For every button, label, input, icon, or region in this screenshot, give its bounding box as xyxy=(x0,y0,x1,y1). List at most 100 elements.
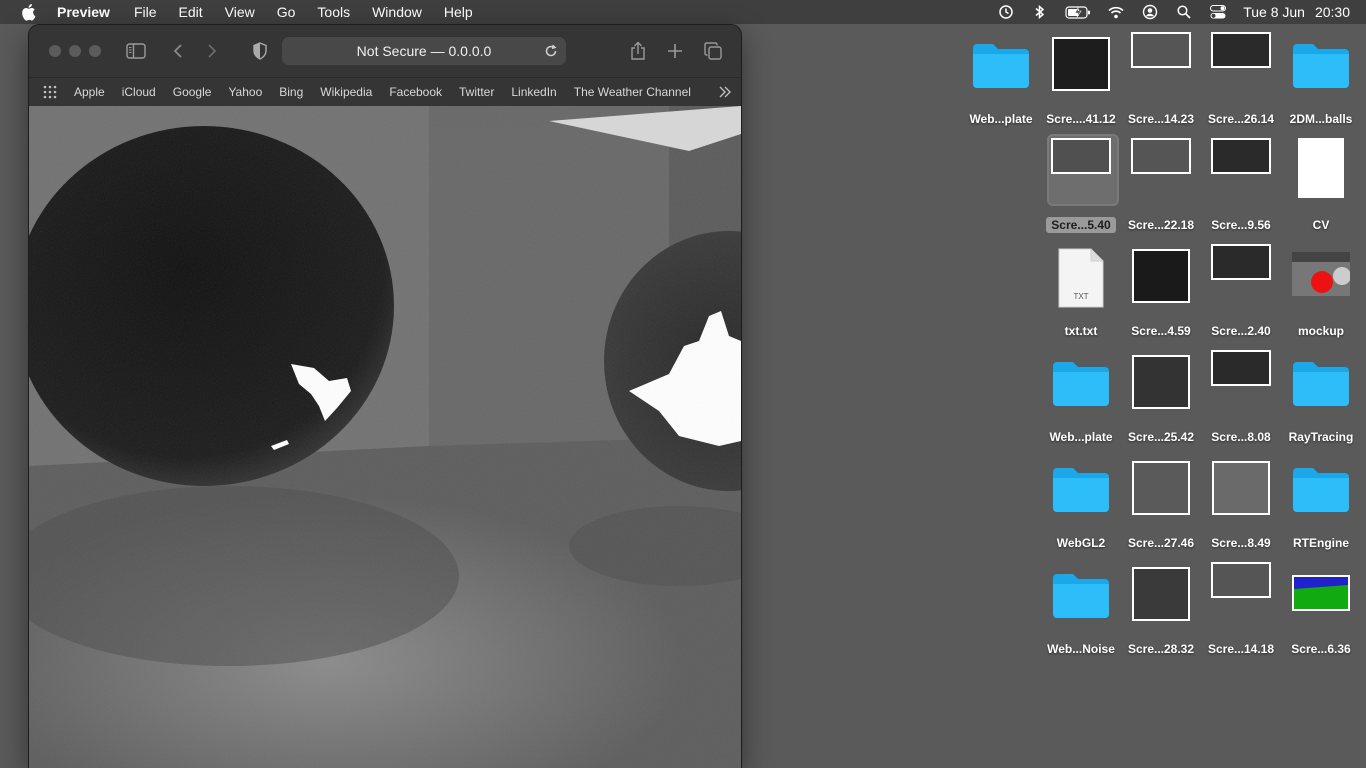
desktop-folder[interactable]: Web...Noise xyxy=(1042,562,1120,666)
document-icon xyxy=(1298,138,1344,198)
desktop-icon-label: Scre...8.08 xyxy=(1211,430,1271,444)
apple-logo-icon[interactable] xyxy=(20,3,40,21)
desktop-folder[interactable]: Web...plate xyxy=(1042,350,1120,454)
user-account-icon[interactable] xyxy=(1141,3,1159,21)
address-bar[interactable]: Not Secure — 0.0.0.0 xyxy=(282,37,566,65)
desktop-screenshot[interactable]: Scre...6.36 xyxy=(1282,562,1360,666)
screenshot-thumbnail-icon xyxy=(1051,138,1111,174)
forward-chevron-icon[interactable] xyxy=(200,39,224,63)
favorite-link[interactable]: Google xyxy=(173,85,212,99)
close-window-button[interactable] xyxy=(49,45,61,57)
screenshot-thumbnail-icon xyxy=(1052,37,1110,91)
webgl-render-canvas[interactable] xyxy=(29,106,741,768)
screenshot-thumbnail-icon xyxy=(1132,461,1190,515)
desktop-screenshot[interactable]: Scre...4.59 xyxy=(1122,244,1200,348)
browser-window: Not Secure — 0.0.0.0 Apple iCloud Google… xyxy=(29,25,741,768)
sidebar-toggle-icon[interactable] xyxy=(124,39,148,63)
desktop-folder[interactable]: 2DM...balls xyxy=(1282,32,1360,136)
screenshot-thumbnail-icon xyxy=(1211,562,1271,598)
desktop-screenshot[interactable]: Scre...8.08 xyxy=(1202,350,1280,454)
desktop-screenshot[interactable]: Scre...28.32 xyxy=(1122,562,1200,666)
menu-window[interactable]: Window xyxy=(372,4,422,20)
favorite-link[interactable]: Bing xyxy=(279,85,303,99)
favorite-link[interactable]: Yahoo xyxy=(228,85,262,99)
desktop-icon-label: Web...plate xyxy=(969,112,1033,126)
screenshot-thumbnail-icon xyxy=(1211,32,1271,68)
folder-icon xyxy=(1051,562,1111,618)
screenshot-thumbnail-icon xyxy=(1211,244,1271,280)
desktop-screenshot[interactable]: Scre...5.40 xyxy=(1042,134,1120,242)
desktop-icon-label: Scre...2.40 xyxy=(1211,324,1271,338)
time-machine-icon[interactable] xyxy=(997,3,1015,21)
desktop-icon-label: Scre....41.12 xyxy=(1046,112,1116,126)
folder-icon xyxy=(1291,32,1351,88)
zoom-window-button[interactable] xyxy=(89,45,101,57)
menu-go[interactable]: Go xyxy=(277,4,296,20)
back-chevron-icon[interactable] xyxy=(166,39,190,63)
menu-edit[interactable]: Edit xyxy=(179,4,203,20)
desktop-screenshot[interactable]: Scre...22.18 xyxy=(1122,138,1200,242)
menu-file[interactable]: File xyxy=(134,4,157,20)
address-text: Not Secure — 0.0.0.0 xyxy=(356,43,492,59)
menu-view[interactable]: View xyxy=(225,4,255,20)
screenshot-thumbnail-icon xyxy=(1132,355,1190,409)
desktop-folder[interactable]: Web...plate xyxy=(962,32,1040,136)
desktop-icon-label: Scre...6.36 xyxy=(1291,642,1351,656)
favorite-link[interactable]: Wikipedia xyxy=(320,85,372,99)
txt-badge: TXT xyxy=(1073,292,1089,301)
control-center-icon[interactable] xyxy=(1209,3,1227,21)
desktop-folder[interactable]: WebGL2 xyxy=(1042,456,1120,560)
desktop-folder[interactable]: RayTracing xyxy=(1282,350,1360,454)
folder-icon xyxy=(1051,456,1111,512)
menu-app-preview[interactable]: Preview xyxy=(57,4,110,20)
desktop-icon-label: RayTracing xyxy=(1288,430,1354,444)
favorite-link[interactable]: iCloud xyxy=(122,85,156,99)
menu-bar: Preview File Edit View Go Tools Window H… xyxy=(0,0,1366,24)
desktop-image[interactable]: mockup xyxy=(1282,244,1360,348)
desktop-icon-label: Scre...5.40 xyxy=(1042,217,1120,233)
desktop-icon-label: Web...plate xyxy=(1049,430,1113,444)
menubar-clock[interactable]: Tue 8 Jun 20:30 xyxy=(1243,4,1350,20)
favorite-link[interactable]: Twitter xyxy=(459,85,494,99)
folder-icon xyxy=(1291,350,1351,406)
desktop-screenshot[interactable]: Scre...8.49 xyxy=(1202,456,1280,560)
rendered-scene xyxy=(29,106,741,768)
favorite-link[interactable]: Apple xyxy=(74,85,105,99)
minimize-window-button[interactable] xyxy=(69,45,81,57)
favorite-link[interactable]: The Weather Channel xyxy=(574,85,691,99)
privacy-shield-icon[interactable] xyxy=(248,39,272,63)
desktop-icon-label: Scre...27.46 xyxy=(1127,536,1195,550)
spotlight-search-icon[interactable] xyxy=(1175,3,1193,21)
battery-charging-icon[interactable] xyxy=(1065,3,1091,21)
desktop-icon-label: Scre...9.56 xyxy=(1211,218,1271,232)
desktop-screenshot[interactable]: Scre...14.18 xyxy=(1202,562,1280,666)
desktop-document[interactable]: CV xyxy=(1282,138,1360,242)
desktop-icon-label: Scre...26.14 xyxy=(1207,112,1275,126)
desktop-screenshot[interactable]: Scre....41.12 xyxy=(1042,32,1120,136)
favorites-grid-icon[interactable] xyxy=(43,85,57,99)
folder-icon xyxy=(1051,350,1111,406)
desktop-screenshot[interactable]: Scre...14.23 xyxy=(1122,32,1200,136)
favorite-link[interactable]: LinkedIn xyxy=(511,85,556,99)
favorite-link[interactable]: Facebook xyxy=(389,85,442,99)
menu-tools[interactable]: Tools xyxy=(317,4,350,20)
desktop-icon-label: txt.txt xyxy=(1064,324,1098,338)
desktop-screenshot[interactable]: Scre...9.56 xyxy=(1202,138,1280,242)
desktop-screenshot[interactable]: Scre...27.46 xyxy=(1122,456,1200,560)
folder-icon xyxy=(971,32,1031,88)
desktop-text-file[interactable]: TXT txt.txt xyxy=(1042,244,1120,348)
desktop-screenshot[interactable]: Scre...25.42 xyxy=(1122,350,1200,454)
wifi-icon[interactable] xyxy=(1107,3,1125,21)
screenshot-thumbnail-icon xyxy=(1292,575,1350,616)
reload-icon[interactable] xyxy=(542,42,560,60)
desktop-folder[interactable]: RTEngine xyxy=(1282,456,1360,560)
more-favorites-chevron-icon[interactable] xyxy=(717,84,733,100)
desktop-screenshot[interactable]: Scre...26.14 xyxy=(1202,32,1280,136)
bluetooth-icon[interactable] xyxy=(1031,3,1049,21)
menu-help[interactable]: Help xyxy=(444,4,473,20)
new-tab-plus-icon[interactable] xyxy=(663,39,687,63)
tab-overview-icon[interactable] xyxy=(701,39,725,63)
desktop-icon-label: WebGL2 xyxy=(1056,536,1106,550)
desktop-screenshot[interactable]: Scre...2.40 xyxy=(1202,244,1280,348)
share-icon[interactable] xyxy=(626,39,650,63)
